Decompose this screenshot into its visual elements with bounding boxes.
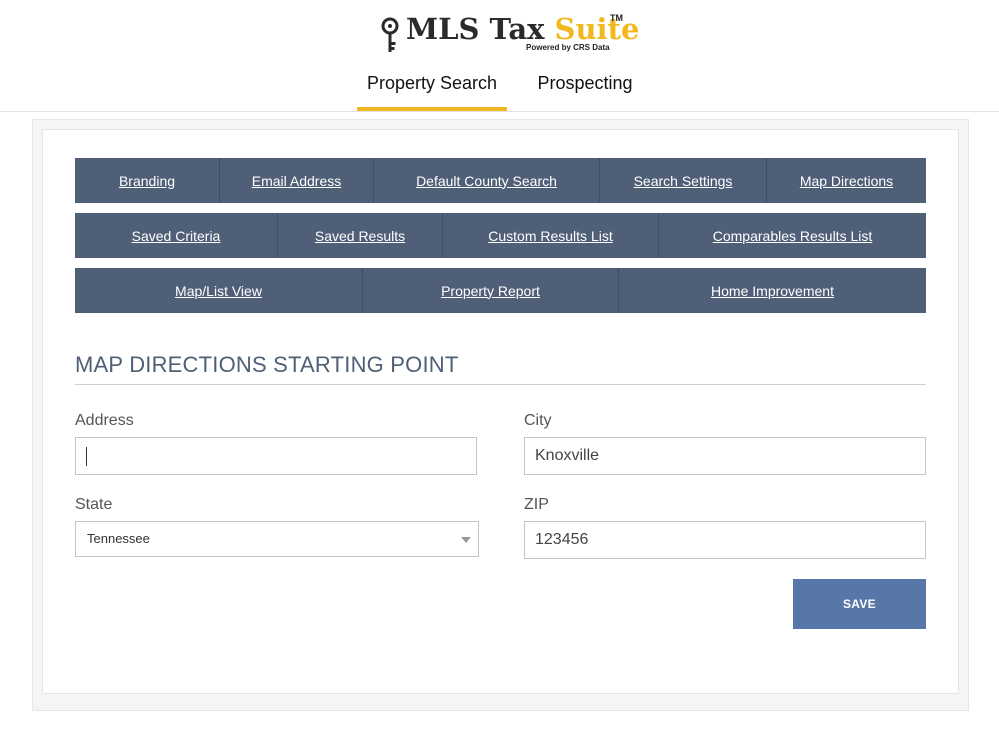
menu-home-improvement[interactable]: Home Improvement	[619, 268, 926, 313]
powered-by-text: Powered by CRS Data	[526, 43, 610, 52]
menu-search-settings[interactable]: Search Settings	[600, 158, 767, 203]
state-select[interactable]: Tennessee	[75, 521, 479, 557]
save-button[interactable]: SAVE	[793, 579, 926, 629]
tab-property-search[interactable]: Property Search	[357, 60, 507, 111]
settings-menu-row-2: Saved Criteria Saved Results Custom Resu…	[75, 213, 926, 258]
text-cursor	[86, 447, 87, 466]
brand-logo[interactable]: MLS Tax Suite TM Powered by CRS Data	[376, 12, 639, 56]
brand-name: MLS Tax Suite	[406, 12, 639, 46]
menu-map-directions[interactable]: Map Directions	[767, 158, 926, 203]
menu-branding[interactable]: Branding	[75, 158, 220, 203]
trademark-mark: TM	[610, 13, 623, 23]
page: MLS Tax Suite TM Powered by CRS Data Pro…	[0, 0, 999, 729]
menu-property-report[interactable]: Property Report	[363, 268, 619, 313]
menu-saved-results[interactable]: Saved Results	[278, 213, 443, 258]
city-input[interactable]	[524, 437, 926, 475]
section-title: MAP DIRECTIONS STARTING POINT	[75, 352, 459, 377]
zip-input[interactable]	[524, 521, 926, 559]
caret-down-icon	[461, 537, 471, 543]
settings-menu-row-3: Map/List View Property Report Home Impro…	[75, 268, 926, 313]
address-label: Address	[75, 412, 134, 429]
brand-name-accent: Suite	[554, 12, 640, 46]
state-selected-value: Tennessee	[87, 531, 150, 546]
brand-name-main: MLS Tax	[406, 12, 555, 46]
menu-comparables-results-list[interactable]: Comparables Results List	[659, 213, 926, 258]
address-input[interactable]	[75, 437, 477, 475]
state-label: State	[75, 496, 113, 513]
menu-custom-results-list[interactable]: Custom Results List	[443, 213, 659, 258]
menu-map-list-view[interactable]: Map/List View	[75, 268, 363, 313]
section-divider	[75, 384, 926, 385]
settings-menu-row-1: Branding Email Address Default County Se…	[75, 158, 926, 203]
city-label: City	[524, 412, 552, 429]
menu-saved-criteria[interactable]: Saved Criteria	[75, 213, 278, 258]
tab-prospecting[interactable]: Prospecting	[522, 60, 648, 110]
key-icon	[381, 17, 399, 52]
menu-email-address[interactable]: Email Address	[220, 158, 374, 203]
zip-label: ZIP	[524, 496, 549, 513]
menu-default-county-search[interactable]: Default County Search	[374, 158, 600, 203]
site-header: MLS Tax Suite TM Powered by CRS Data Pro…	[0, 0, 999, 112]
